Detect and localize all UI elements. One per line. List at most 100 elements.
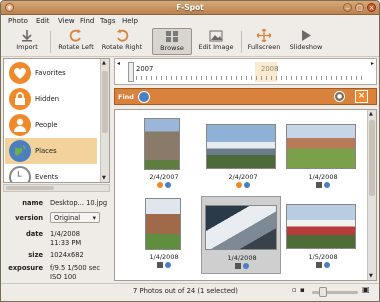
photo-thumbnail[interactable]: 2/4/2007 [203, 116, 283, 192]
info-panel: name Desktop... 10.jpg version Original ▾… [3, 197, 110, 287]
rotate-right-label: Rotate Right [101, 43, 143, 51]
close-icon[interactable]: × [367, 3, 376, 12]
fullscreen-label: Fullscreen [247, 43, 281, 51]
globe-icon [9, 140, 31, 162]
screen-tag-icon [316, 262, 322, 268]
info-exposure-row: exposure f/9.5 1/500 sec ISO 100 [3, 264, 110, 282]
heart-icon [9, 62, 31, 84]
sidebar-item-label: People [35, 121, 58, 129]
menu-tags[interactable]: Tags [100, 17, 116, 25]
edit-image-button[interactable]: Edit Image [196, 28, 236, 55]
zoom-out-icon[interactable]: ▫ [292, 286, 297, 294]
close-find-icon[interactable]: × [355, 90, 368, 103]
info-name-key: name [22, 199, 43, 207]
sidebar-hscroll-thumb[interactable] [6, 186, 54, 190]
photo-thumbnail[interactable]: 1/4/2008 [124, 196, 204, 272]
photo-date: 1/4/2008 [149, 253, 179, 261]
sidebar-item-favorites[interactable]: Favorites [5, 60, 97, 86]
menu-edit[interactable]: Edit [36, 17, 50, 25]
menu-find[interactable]: Find [80, 17, 94, 25]
photo-image [144, 118, 180, 170]
menu-bar: Photo Edit View Find Tags Help [1, 15, 379, 27]
toolbar-separator [50, 31, 51, 53]
chevron-down-icon: ▾ [92, 214, 96, 222]
sidebar-item-label: Places [35, 147, 57, 155]
photo-thumbnail[interactable]: 1/5/2008 [283, 196, 363, 272]
photo-date: 2/4/2007 [228, 173, 258, 181]
import-button[interactable]: Import [12, 28, 42, 55]
menu-photo[interactable]: Photo [8, 17, 28, 25]
screen-tag-icon [235, 263, 241, 269]
photo-image [286, 124, 356, 169]
photo-thumbnail[interactable]: 1/4/2008 [283, 116, 363, 192]
photo-tags [283, 182, 363, 190]
places-tag-globe-icon[interactable] [138, 91, 150, 103]
version-select-value: Original [54, 214, 81, 222]
zoom-in-icon[interactable]: ▪ [300, 286, 305, 294]
zoom-fit-icon[interactable]: ▣ [362, 285, 370, 294]
zoom-slider-thumb[interactable] [319, 287, 327, 297]
timeline[interactable]: ◂ 2007 2008 ▸ [114, 58, 377, 85]
sidebar-item-events[interactable]: Events [5, 164, 97, 182]
timeline-left-arrow-icon[interactable]: ◂ [117, 60, 120, 67]
sidebar-item-label: Events [35, 173, 59, 181]
photo-date: 1/4/2008 [227, 254, 257, 262]
photo-grid-scrollbar[interactable]: ▲ ▼ [367, 110, 376, 280]
minimize-icon[interactable]: – [343, 3, 352, 12]
timeline-right-arrow-icon[interactable]: ▸ [371, 60, 374, 67]
browse-button[interactable]: Browse [152, 28, 192, 55]
menu-view[interactable]: View [58, 17, 75, 25]
globe-tag-icon [165, 262, 171, 268]
photo-grid-scroll-thumb[interactable] [369, 120, 375, 196]
edit-image-icon [209, 30, 223, 42]
sidebar-hscrollbar[interactable] [3, 184, 110, 192]
info-size-row: size 1024x682 [3, 251, 110, 261]
info-date-value: 1/4/2008 [50, 230, 81, 238]
photo-tags [124, 262, 204, 270]
rotate-left-button[interactable]: Rotate Left [55, 28, 97, 55]
photo-thumbnail-selected[interactable]: 1/4/2008 [201, 196, 281, 274]
maximize-icon[interactable]: □ [355, 3, 364, 12]
version-select[interactable]: Original ▾ [50, 212, 100, 223]
globe-tag-icon [324, 262, 330, 268]
photo-image [206, 124, 276, 169]
menu-help[interactable]: Help [122, 17, 138, 25]
find-label: Find [118, 93, 134, 101]
sidebar-item-hidden[interactable]: Hidden [5, 86, 97, 112]
photo-tags [124, 182, 204, 190]
photo-tags [203, 182, 283, 190]
heart-tag-icon [157, 182, 163, 188]
photo-date: 1/5/2008 [308, 253, 338, 261]
scroll-down-icon[interactable]: ▼ [102, 175, 106, 181]
person-icon [9, 114, 31, 136]
scroll-up-icon[interactable]: ▲ [369, 111, 373, 117]
photo-thumbnail[interactable]: 2/4/2007 [124, 116, 204, 192]
rotate-right-button[interactable]: Rotate Right [99, 28, 145, 55]
sidebar-item-places[interactable]: Places [5, 138, 97, 164]
sidebar-scroll-thumb[interactable] [102, 71, 108, 133]
clock-icon [9, 166, 31, 182]
sidebar-item-label: Hidden [35, 95, 60, 103]
scroll-up-icon[interactable]: ▲ [102, 60, 106, 66]
tag-options-icon[interactable]: ● [334, 91, 345, 102]
rotate-left-label: Rotate Left [58, 43, 94, 51]
sidebar-item-people[interactable]: People [5, 112, 97, 138]
timeline-range-handle[interactable] [128, 62, 134, 82]
sidebar-scrollbar[interactable]: ▲ ▼ [100, 59, 109, 182]
heart-tag-icon [236, 182, 242, 188]
slideshow-button[interactable]: Slideshow [288, 28, 324, 55]
globe-tag-icon [324, 182, 330, 188]
info-size-value: 1024x682 [50, 251, 84, 259]
info-date-row: date 1/4/2008 11:33 PM [3, 230, 110, 248]
globe-tag-icon [165, 182, 171, 188]
photo-image [286, 204, 356, 249]
sidebar-item-label: Favorites [35, 69, 66, 77]
find-bar: Find ● × [114, 88, 377, 105]
info-name-value: Desktop... 10.jpg [50, 199, 108, 207]
import-label: Import [16, 43, 38, 51]
fullscreen-button[interactable]: Fullscreen [246, 28, 282, 55]
photo-date: 2/4/2007 [149, 173, 179, 181]
main-window: ▾ F-Spot – □ × Photo Edit View Find Tags… [0, 0, 380, 302]
scroll-down-icon[interactable]: ▼ [369, 273, 373, 279]
title-bar[interactable]: ▾ F-Spot – □ × [1, 1, 379, 15]
